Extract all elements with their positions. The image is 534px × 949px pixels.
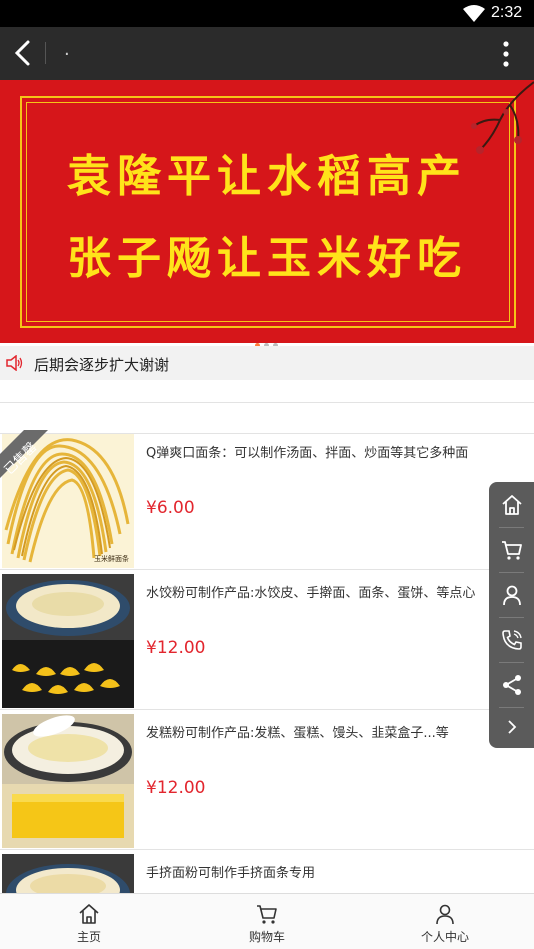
- product-price: ¥12.00: [146, 638, 206, 658]
- product-price: ¥6.00: [146, 498, 195, 518]
- status-bar: 2:32: [0, 0, 534, 27]
- divider: [0, 402, 534, 403]
- sidebar-cart[interactable]: [489, 527, 534, 572]
- product-name: 手挤面粉可制作手挤面条专用: [146, 866, 316, 881]
- product-item[interactable]: 发糕粉可制作产品:发糕、蛋糕、馒头、韭菜盒子...等 ¥12.00: [0, 714, 534, 850]
- notice-bar: 后期会逐步扩大谢谢: [0, 346, 534, 380]
- app-bar: .: [0, 27, 534, 80]
- product-image-dumpling-flour: [2, 574, 134, 708]
- floating-sidebar: [489, 482, 534, 748]
- sidebar-home[interactable]: [489, 482, 534, 527]
- sidebar-user[interactable]: [489, 572, 534, 617]
- user-icon: [502, 585, 521, 605]
- phone-icon: [501, 629, 522, 650]
- tab-label: 主页: [76, 930, 101, 944]
- sidebar-collapse[interactable]: [489, 704, 534, 749]
- divider: [0, 709, 534, 710]
- home-icon: [79, 904, 99, 924]
- back-arrow-icon[interactable]: [10, 37, 36, 69]
- cart-icon: [501, 540, 522, 560]
- product-price: ¥12.00: [146, 778, 206, 798]
- tab-cart[interactable]: 购物车: [178, 894, 356, 949]
- promo-banner[interactable]: 袁隆平让水稻高产 张子飏让玉米好吃: [0, 80, 534, 343]
- product-item[interactable]: 玉米鲜面条 已售罄 Q弹爽口面条：可以制作汤面、拌面、炒面等其它多种面 ¥6.0…: [0, 430, 534, 570]
- sidebar-phone[interactable]: [489, 617, 534, 662]
- cart-icon: [257, 905, 277, 924]
- speaker-icon: [6, 355, 23, 371]
- product-name: 水饺粉可制作产品:水饺皮、手擀面、面条、蛋饼、等点心: [146, 586, 476, 601]
- divider: [0, 849, 534, 850]
- banner-line-1: 袁隆平让水稻高产: [67, 151, 467, 202]
- tab-label: 个人中心: [420, 930, 469, 944]
- product-name: 发糕粉可制作产品:发糕、蛋糕、馒头、韭菜盒子...等: [146, 726, 449, 741]
- sidebar-share[interactable]: [489, 662, 534, 707]
- tab-profile[interactable]: 个人中心: [356, 894, 534, 949]
- bottom-tab-bar: 主页 购物车 个人中心: [0, 893, 534, 949]
- thumb-caption: 玉米鲜面条: [94, 555, 129, 563]
- home-icon: [501, 494, 522, 515]
- tab-label: 购物车: [248, 930, 285, 944]
- tab-home[interactable]: 主页: [0, 894, 178, 949]
- notice-text: 后期会逐步扩大谢谢: [34, 356, 170, 374]
- wifi-icon: [463, 5, 485, 22]
- banner-inner-frame: [26, 102, 510, 322]
- more-vert-icon[interactable]: [496, 39, 516, 69]
- product-item[interactable]: 水饺粉可制作产品:水饺皮、手擀面、面条、蛋饼、等点心 ¥12.00: [0, 574, 534, 710]
- clock: 2:32: [491, 4, 523, 21]
- product-name: Q弹爽口面条：可以制作汤面、拌面、炒面等其它多种面: [146, 446, 469, 461]
- share-icon: [502, 674, 521, 695]
- sold-out-badge: 已售罄: [0, 430, 58, 494]
- app-bar-divider: [45, 42, 46, 64]
- product-image-cake-flour: [2, 714, 134, 848]
- banner-line-2: 张子飏让玉米好吃: [67, 233, 467, 284]
- divider: [0, 569, 534, 570]
- user-icon: [436, 904, 454, 925]
- product-image-noodle-flour: [2, 854, 134, 893]
- chevron-right-icon: [507, 719, 516, 734]
- product-item[interactable]: 手挤面粉可制作手挤面条专用: [0, 854, 534, 893]
- page-title: .: [64, 39, 70, 60]
